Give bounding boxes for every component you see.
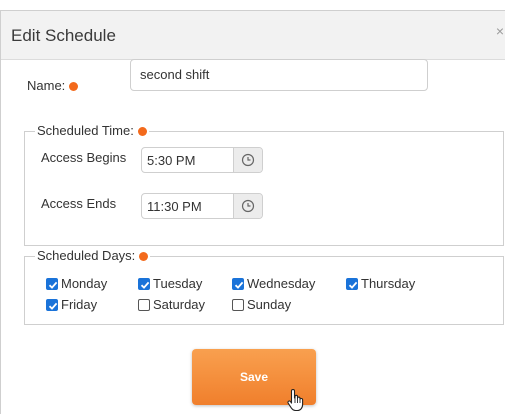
day-label: Monday: [61, 276, 108, 291]
access-begins-value: 5:30 PM: [147, 153, 196, 168]
required-dot: [137, 127, 147, 137]
checkmark-icon: [348, 281, 358, 289]
day-label: Thursday: [361, 276, 416, 291]
checkmark-icon: [140, 281, 150, 289]
access-ends-input[interactable]: 11:30 PM: [141, 193, 263, 219]
checkbox-checked[interactable]: [46, 299, 58, 311]
scheduled-days-legend: Scheduled Days:: [35, 248, 151, 264]
checkbox-checked[interactable]: [138, 278, 150, 290]
scheduled-time-fieldset: Scheduled Time:: [24, 123, 504, 246]
access-ends-value: 11:30 PM: [147, 199, 202, 214]
required-dot: [139, 252, 149, 262]
access-begins-input[interactable]: 5:30 PM: [141, 147, 263, 173]
day-label: Sunday: [247, 297, 292, 312]
scheduled-time-legend-text: Scheduled Time:: [37, 123, 134, 138]
day-thursday[interactable]: Thursday: [346, 277, 415, 291]
hand-cursor-icon: [287, 388, 304, 412]
name-label: Name:: [27, 78, 79, 93]
day-saturday[interactable]: Saturday: [138, 298, 205, 312]
day-label: Friday: [61, 297, 98, 312]
day-tuesday[interactable]: Tuesday: [138, 277, 202, 291]
day-label: Wednesday: [247, 276, 316, 291]
day-monday[interactable]: Monday: [46, 277, 107, 291]
day-label: Tuesday: [153, 276, 203, 291]
name-input[interactable]: second shift: [130, 59, 428, 91]
checkmark-icon: [48, 302, 58, 310]
dialog-titlebar: Edit Schedule ×: [1, 11, 505, 60]
access-begins-clock-button[interactable]: [233, 148, 262, 172]
access-ends-clock-button[interactable]: [233, 194, 262, 218]
close-icon[interactable]: ×: [496, 23, 504, 39]
checkmark-icon: [48, 281, 58, 289]
checkbox-unchecked[interactable]: [232, 299, 244, 311]
clock-icon: [241, 199, 255, 213]
access-begins-label: Access Begins: [41, 150, 127, 165]
dialog-title: Edit Schedule: [11, 26, 116, 45]
checkbox-checked[interactable]: [46, 278, 58, 290]
name-label-text: Name:: [27, 78, 66, 93]
checkbox-unchecked[interactable]: [138, 299, 150, 311]
day-wednesday[interactable]: Wednesday: [232, 277, 315, 291]
day-sunday[interactable]: Sunday: [232, 298, 291, 312]
scheduled-days-legend-text: Scheduled Days:: [37, 248, 136, 263]
checkbox-checked[interactable]: [232, 278, 244, 290]
checkbox-checked[interactable]: [346, 278, 358, 290]
clock-icon: [241, 153, 255, 167]
access-ends-label: Access Ends: [41, 196, 117, 211]
day-friday[interactable]: Friday: [46, 298, 97, 312]
day-label: Saturday: [153, 297, 206, 312]
scheduled-time-legend: Scheduled Time:: [35, 123, 149, 139]
checkmark-icon: [234, 281, 244, 289]
required-dot: [69, 82, 79, 92]
